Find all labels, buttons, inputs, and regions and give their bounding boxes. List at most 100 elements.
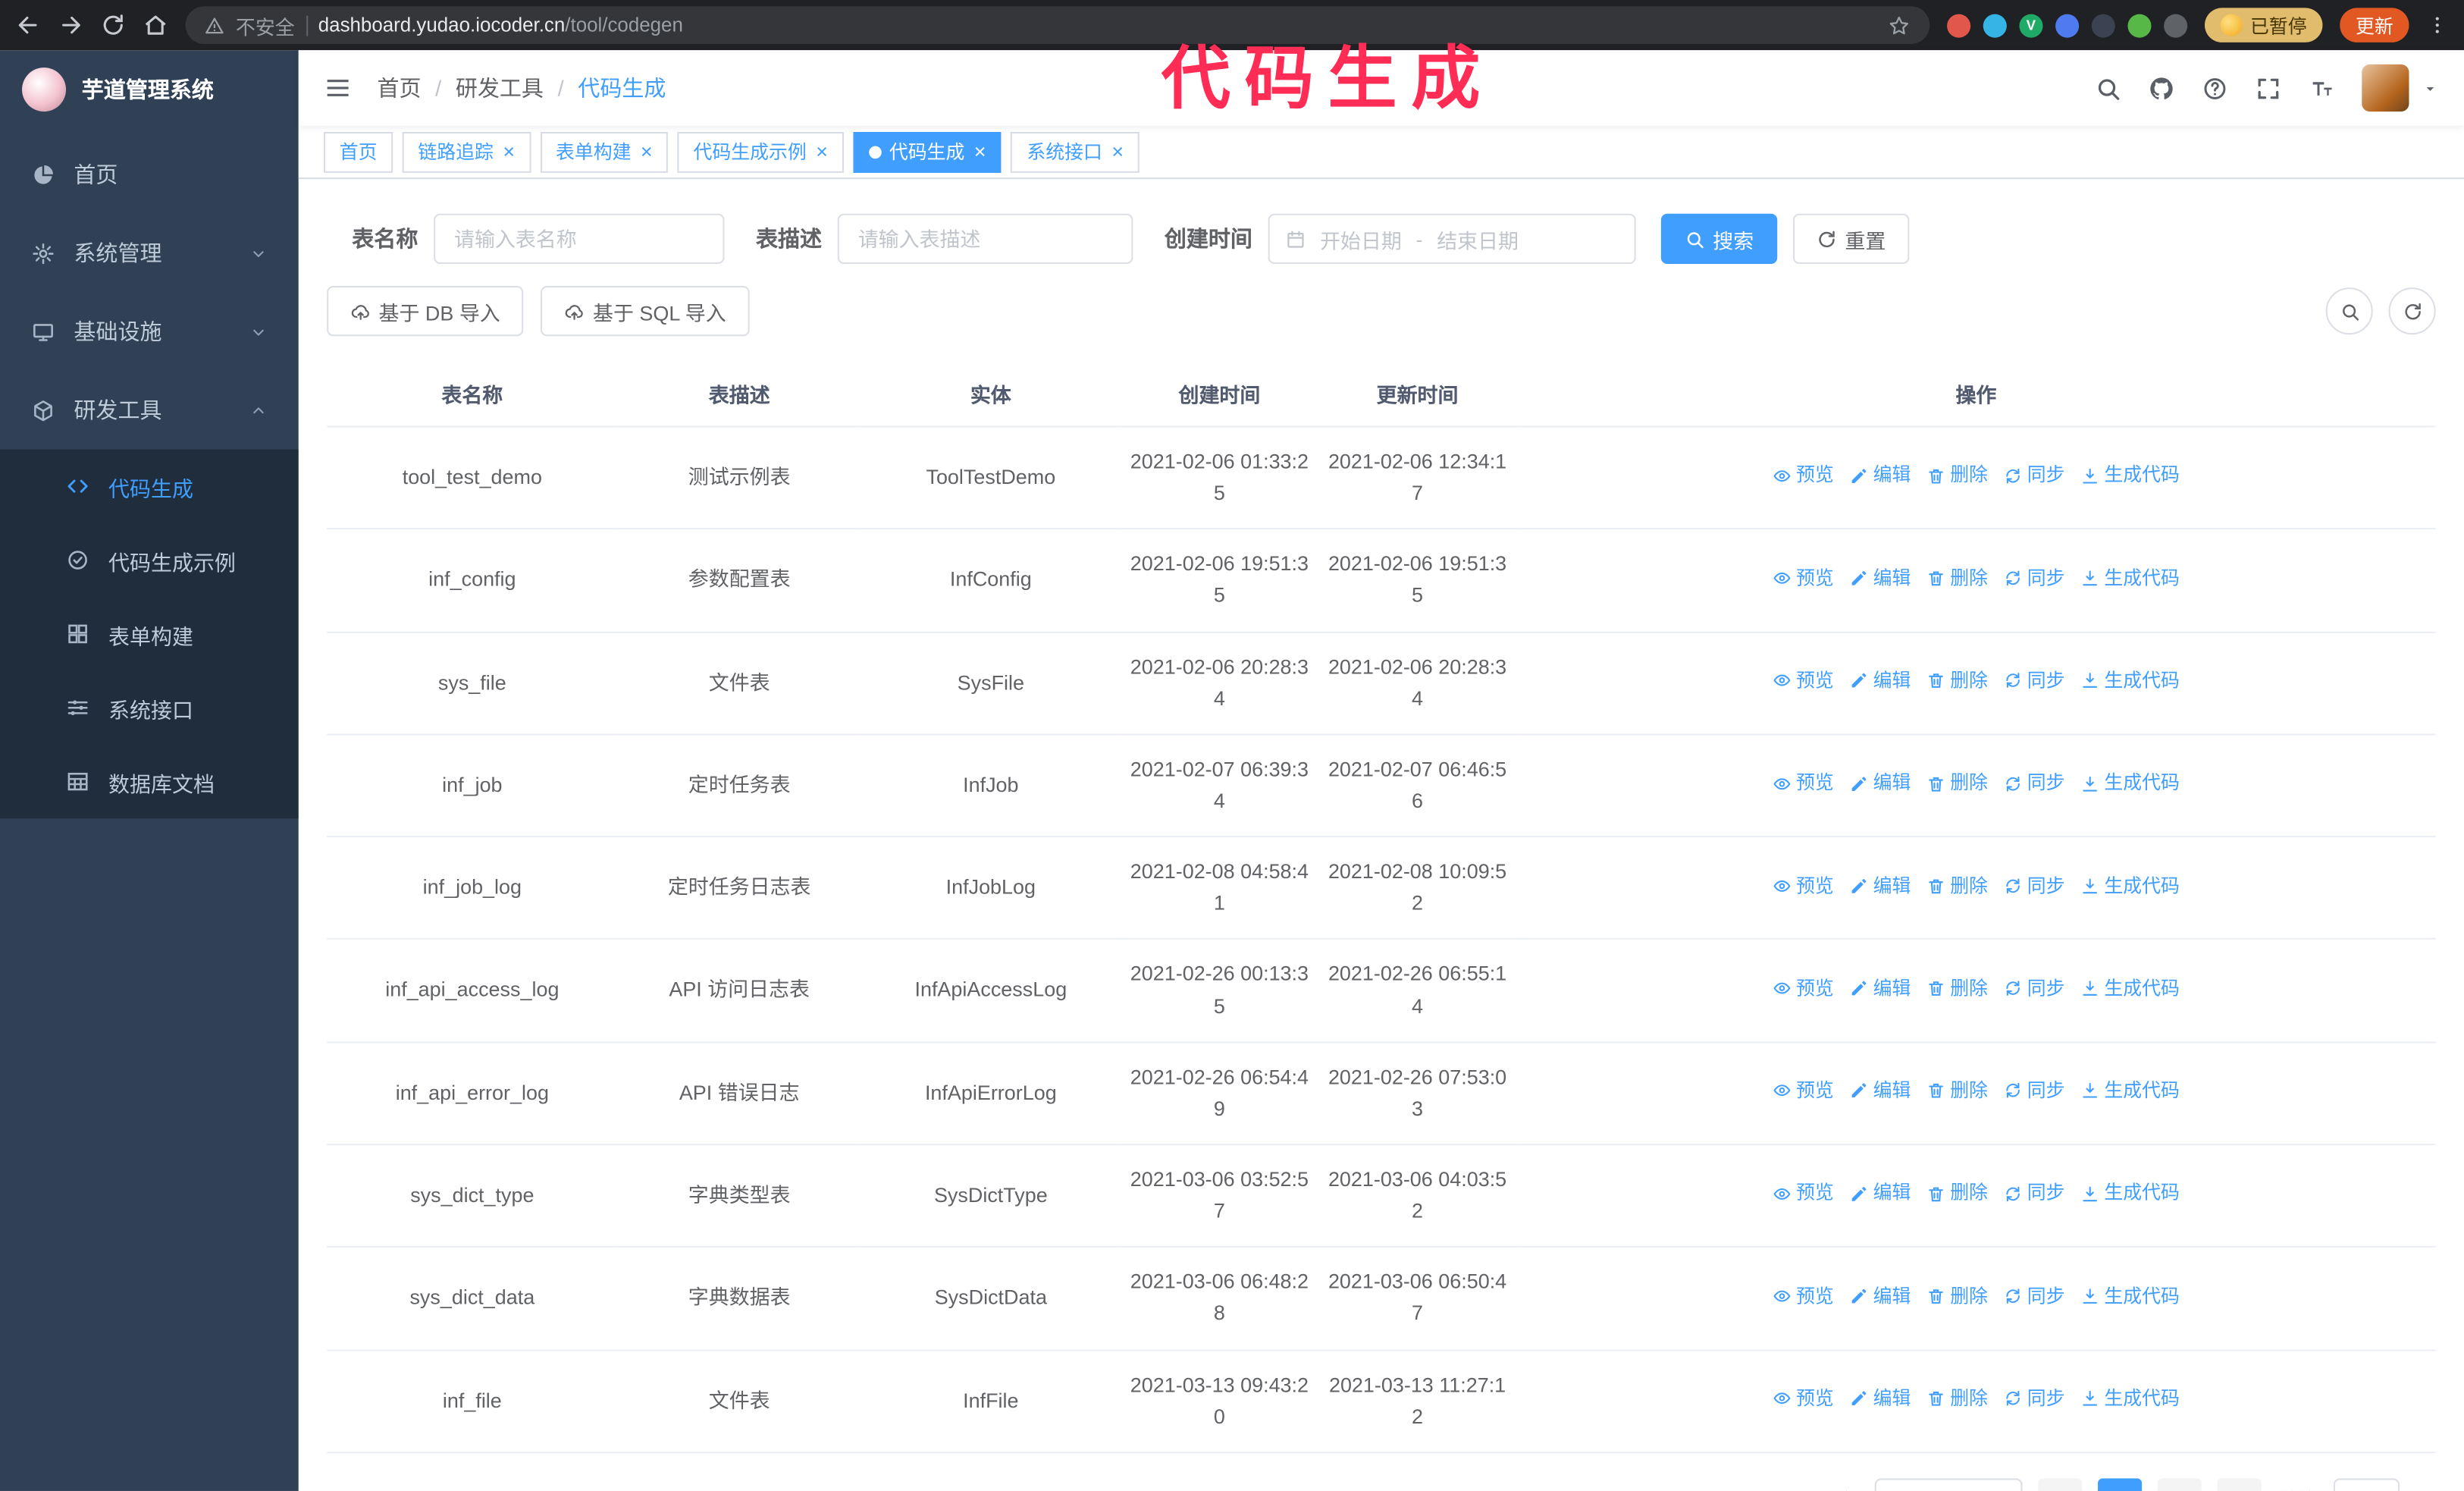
action-preview-button[interactable]: 预览 [1773, 1179, 1834, 1209]
home-icon[interactable] [143, 13, 168, 38]
sidebar-item-form-builder[interactable]: 表单构建 [0, 597, 299, 670]
breadcrumb-item[interactable]: 代码生成 [578, 72, 666, 103]
tab-close-icon[interactable]: × [974, 141, 986, 162]
action-delete-button[interactable]: 删除 [1926, 461, 1988, 491]
tab-close-icon[interactable]: × [1111, 141, 1124, 162]
action-generate-button[interactable]: 生成代码 [2080, 871, 2180, 901]
forward-icon[interactable] [58, 13, 83, 38]
action-edit-button[interactable]: 编辑 [1850, 1384, 1911, 1414]
page-button-2[interactable]: 2 [2157, 1477, 2202, 1491]
table-desc-input[interactable] [837, 213, 1133, 265]
action-edit-button[interactable]: 编辑 [1850, 1076, 1911, 1106]
action-sync-button[interactable]: 同步 [2004, 1384, 2065, 1414]
action-preview-button[interactable]: 预览 [1773, 974, 1834, 1003]
action-preview-button[interactable]: 预览 [1773, 769, 1834, 799]
fullscreen-icon[interactable] [2255, 74, 2281, 101]
tab-close-icon[interactable]: × [503, 141, 515, 162]
action-preview-button[interactable]: 预览 [1773, 1282, 1834, 1311]
sidebar-item-system[interactable]: 系统管理 [0, 214, 299, 293]
page-size-select[interactable]: 10条/页 [1874, 1477, 2023, 1491]
action-sync-button[interactable]: 同步 [2004, 461, 2065, 491]
font-size-icon[interactable] [2309, 74, 2335, 101]
tab-home[interactable]: 首页 [323, 130, 393, 172]
action-delete-button[interactable]: 删除 [1926, 563, 1988, 593]
action-preview-button[interactable]: 预览 [1773, 461, 1834, 491]
extension-icon-drop[interactable] [1983, 13, 2007, 37]
extension-icon-pin[interactable] [2164, 13, 2188, 37]
bookmark-star-icon[interactable] [1887, 14, 1911, 37]
action-delete-button[interactable]: 删除 [1926, 1384, 1988, 1414]
action-preview-button[interactable]: 预览 [1773, 666, 1834, 695]
action-sync-button[interactable]: 同步 [2004, 769, 2065, 799]
action-delete-button[interactable]: 删除 [1926, 1282, 1988, 1311]
action-preview-button[interactable]: 预览 [1773, 563, 1834, 593]
action-edit-button[interactable]: 编辑 [1850, 1179, 1911, 1209]
tab-codegen-example[interactable]: 代码生成示例 × [677, 130, 844, 172]
tab-close-icon[interactable]: × [816, 141, 828, 162]
back-icon[interactable] [16, 13, 41, 38]
action-sync-button[interactable]: 同步 [2004, 1282, 2065, 1311]
extension-icon-orange[interactable] [1947, 13, 1971, 37]
action-edit-button[interactable]: 编辑 [1850, 871, 1911, 901]
tab-tracing[interactable]: 链路追踪 × [402, 130, 531, 172]
action-generate-button[interactable]: 生成代码 [2080, 769, 2180, 799]
action-delete-button[interactable]: 删除 [1926, 769, 1988, 799]
action-edit-button[interactable]: 编辑 [1850, 1282, 1911, 1311]
import-sql-button[interactable]: 基于 SQL 导入 [541, 286, 750, 337]
action-generate-button[interactable]: 生成代码 [2080, 1179, 2180, 1209]
import-db-button[interactable]: 基于 DB 导入 [327, 286, 524, 337]
address-bar[interactable]: 不安全 dashboard.yudao.iocoder.cn/tool/code… [185, 6, 1930, 45]
extension-icon-people[interactable] [2055, 13, 2080, 37]
action-preview-button[interactable]: 预览 [1773, 1384, 1834, 1414]
sidebar-item-api[interactable]: 系统接口 [0, 671, 299, 745]
action-edit-button[interactable]: 编辑 [1850, 563, 1911, 593]
action-generate-button[interactable]: 生成代码 [2080, 563, 2180, 593]
action-delete-button[interactable]: 删除 [1926, 666, 1988, 695]
search-button[interactable]: 搜索 [1660, 213, 1778, 265]
next-page-button[interactable]: › [2217, 1477, 2262, 1491]
breadcrumb-item[interactable]: 研发工具 [456, 72, 544, 103]
toggle-search-button[interactable] [2325, 287, 2373, 335]
breadcrumb-item[interactable]: 首页 [377, 72, 421, 103]
action-preview-button[interactable]: 预览 [1773, 871, 1834, 901]
extension-icon-leaf[interactable] [2127, 13, 2152, 37]
action-generate-button[interactable]: 生成代码 [2080, 1076, 2180, 1106]
action-generate-button[interactable]: 生成代码 [2080, 1282, 2180, 1311]
action-edit-button[interactable]: 编辑 [1850, 666, 1911, 695]
sidebar-item-db-doc[interactable]: 数据库文档 [0, 745, 299, 818]
sidebar-item-codegen-example[interactable]: 代码生成示例 [0, 523, 299, 597]
github-icon[interactable] [2148, 74, 2174, 101]
action-generate-button[interactable]: 生成代码 [2080, 666, 2180, 695]
action-sync-button[interactable]: 同步 [2004, 871, 2065, 901]
update-button[interactable]: 更新 [2340, 8, 2409, 42]
refresh-table-button[interactable] [2388, 287, 2436, 335]
action-sync-button[interactable]: 同步 [2004, 974, 2065, 1003]
sidebar-item-infra[interactable]: 基础设施 [0, 292, 299, 371]
extension-icon-dark[interactable] [2091, 13, 2115, 37]
action-generate-button[interactable]: 生成代码 [2080, 1384, 2180, 1414]
extension-icon-green-v[interactable]: V [2019, 13, 2043, 37]
action-delete-button[interactable]: 删除 [1926, 1179, 1988, 1209]
prev-page-button[interactable]: ‹ [2038, 1477, 2083, 1491]
action-preview-button[interactable]: 预览 [1773, 1076, 1834, 1106]
tab-form-builder[interactable]: 表单构建 × [540, 130, 669, 172]
help-icon[interactable] [2202, 74, 2228, 101]
sync-paused-badge[interactable]: 已暂停 [2204, 8, 2323, 42]
date-range-picker[interactable]: 开始日期 - 结束日期 [1268, 213, 1636, 265]
action-delete-button[interactable]: 删除 [1926, 871, 1988, 901]
tab-codegen[interactable]: 代码生成 × [853, 130, 1002, 172]
action-edit-button[interactable]: 编辑 [1850, 974, 1911, 1003]
action-edit-button[interactable]: 编辑 [1850, 769, 1911, 799]
page-button-1[interactable]: 1 [2097, 1477, 2143, 1491]
search-icon[interactable] [2095, 74, 2121, 101]
action-sync-button[interactable]: 同步 [2004, 1076, 2065, 1106]
reset-button[interactable]: 重置 [1792, 213, 1910, 265]
action-generate-button[interactable]: 生成代码 [2080, 461, 2180, 491]
goto-page-input[interactable] [2333, 1477, 2400, 1491]
action-edit-button[interactable]: 编辑 [1850, 461, 1911, 491]
action-sync-button[interactable]: 同步 [2004, 1179, 2065, 1209]
table-name-input[interactable] [434, 213, 725, 265]
browser-menu-icon[interactable] [2426, 14, 2448, 36]
user-avatar[interactable] [2362, 64, 2409, 112]
tab-api[interactable]: 系统接口 × [1011, 130, 1140, 172]
